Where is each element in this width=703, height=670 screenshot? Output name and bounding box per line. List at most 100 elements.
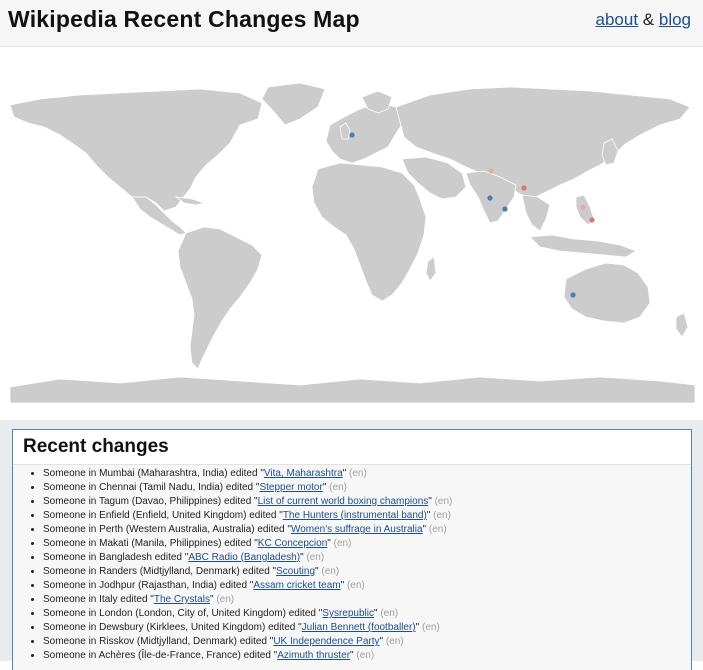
article-link[interactable]: KC Concepcion xyxy=(258,538,327,549)
marker-dot[interactable] xyxy=(580,204,586,210)
change-description: Someone in Jodhpur (Rajasthan, India) ed… xyxy=(43,580,254,591)
south-america-shape xyxy=(177,226,263,370)
header-links: about & blog xyxy=(596,10,692,30)
list-item: Someone in Tagum (Davao, Philippines) ed… xyxy=(43,495,691,509)
marker-dot[interactable] xyxy=(589,217,595,223)
article-link[interactable]: Women's suffrage in Australia xyxy=(291,524,423,535)
list-item: Someone in Chennai (Tamil Nadu, India) e… xyxy=(43,481,691,495)
closing-quote: " xyxy=(374,608,378,619)
language-tag: (en) xyxy=(380,608,399,619)
closing-quote: " xyxy=(415,622,420,633)
list-item: Someone in Risskov (Midtjylland, Denmark… xyxy=(43,635,691,649)
change-description: Someone in Bangladesh edited " xyxy=(43,552,189,563)
world-map[interactable] xyxy=(0,47,703,420)
list-item: Someone in Jodhpur (Rajasthan, India) ed… xyxy=(43,579,691,593)
antarctica-shape xyxy=(9,376,696,404)
list-item: Someone in Dewsbury (Kirklees, United Ki… xyxy=(43,621,691,635)
europe-shape xyxy=(325,102,407,164)
indonesia-shape xyxy=(529,234,637,258)
change-description: Someone in Italy edited " xyxy=(43,594,154,605)
change-description: Someone in Randers (Midtjylland, Denmark… xyxy=(43,566,277,577)
southeast-asia-shape xyxy=(521,194,551,232)
marker-dot[interactable] xyxy=(502,206,508,212)
change-description: Someone in Dewsbury (Kirklees, United Ki… xyxy=(43,622,302,633)
closing-quote: " xyxy=(342,468,347,479)
article-link[interactable]: Scouting xyxy=(276,566,315,577)
marker-dot[interactable] xyxy=(487,195,493,201)
article-link[interactable]: Sysrepublic xyxy=(322,608,374,619)
list-item: Someone in Italy edited "The Crystals" (… xyxy=(43,593,691,607)
closing-quote: " xyxy=(209,594,214,605)
article-link[interactable]: Azimuth thruster xyxy=(277,650,350,661)
language-tag: (en) xyxy=(329,482,347,493)
article-link[interactable]: ABC Radio (Bangladesh) xyxy=(188,552,300,563)
article-link[interactable]: List of current world boxing champions xyxy=(258,496,429,507)
language-tag: (en) xyxy=(428,524,447,535)
closing-quote: " xyxy=(340,580,345,591)
language-tag: (en) xyxy=(356,650,375,661)
article-link[interactable]: The Crystals xyxy=(154,594,210,605)
change-description: Someone in Tagum (Davao, Philippines) ed… xyxy=(43,496,258,507)
closing-quote: " xyxy=(327,538,331,549)
list-item: Someone in Makati (Manila, Philippines) … xyxy=(43,537,691,551)
marker-dot[interactable] xyxy=(521,185,527,191)
marker-dot[interactable] xyxy=(570,292,576,298)
article-link[interactable]: UK Independence Party xyxy=(273,636,379,647)
closing-quote: " xyxy=(426,510,431,521)
change-description: Someone in Makati (Manila, Philippines) … xyxy=(43,538,258,549)
recent-changes-panel: Recent changes Someone in Mumbai (Mahara… xyxy=(12,429,692,670)
recent-changes-heading: Recent changes xyxy=(23,436,169,457)
language-tag: (en) xyxy=(433,510,451,521)
language-tag: (en) xyxy=(421,622,440,633)
language-tag: (en) xyxy=(434,496,453,507)
page-title: Wikipedia Recent Changes Map xyxy=(8,6,360,32)
closing-quote: " xyxy=(422,524,427,535)
change-description: Someone in Perth (Western Australia, Aus… xyxy=(43,524,291,535)
language-tag: (en) xyxy=(306,552,325,563)
closing-quote: " xyxy=(379,636,384,647)
change-description: Someone in London (London, City of, Unit… xyxy=(43,608,323,619)
article-link[interactable]: Julian Bennett (footballer) xyxy=(302,622,416,633)
land-masses xyxy=(9,82,696,404)
language-tag: (en) xyxy=(348,468,367,479)
africa-shape xyxy=(311,162,427,302)
ampersand: & xyxy=(642,10,655,29)
marker-dot[interactable] xyxy=(349,132,355,138)
list-item: Someone in Enfield (Enfield, United King… xyxy=(43,509,691,523)
list-item: Someone in Randers (Midtjylland, Denmark… xyxy=(43,565,691,579)
marker-dot[interactable] xyxy=(488,168,494,174)
new-zealand-shape xyxy=(675,312,689,338)
language-tag: (en) xyxy=(333,538,352,549)
north-america-shape xyxy=(9,88,263,212)
list-item: Someone in Bangladesh edited "ABC Radio … xyxy=(43,551,691,565)
blog-link[interactable]: blog xyxy=(659,10,691,29)
article-link[interactable]: Stepper motor xyxy=(259,482,322,493)
change-description: Someone in Risskov (Midtjylland, Denmark… xyxy=(43,636,274,647)
article-link[interactable]: The Hunters (instrumental band) xyxy=(283,510,427,521)
change-description: Someone in Chennai (Tamil Nadu, India) e… xyxy=(43,482,260,493)
greenland-shape xyxy=(261,82,326,126)
header-bar: Wikipedia Recent Changes Map about & blo… xyxy=(0,0,703,47)
about-link[interactable]: about xyxy=(596,10,639,29)
closing-quote: " xyxy=(428,496,432,507)
article-link[interactable]: Assam cricket team xyxy=(253,580,340,591)
language-tag: (en) xyxy=(346,580,365,591)
list-item: Someone in Perth (Western Australia, Aus… xyxy=(43,523,691,537)
australia-shape xyxy=(563,262,651,324)
list-item: Someone in London (London, City of, Unit… xyxy=(43,607,691,621)
change-description: Someone in Enfield (Enfield, United King… xyxy=(43,510,283,521)
recent-changes-scroll[interactable]: Someone in Mumbai (Maharashtra, India) e… xyxy=(13,464,691,670)
list-item: Someone in Mumbai (Maharashtra, India) e… xyxy=(43,467,691,481)
change-description: Someone in Mumbai (Maharashtra, India) e… xyxy=(43,468,264,479)
language-tag: (en) xyxy=(321,566,340,577)
closing-quote: " xyxy=(350,650,354,661)
closing-quote: " xyxy=(300,552,304,563)
article-link[interactable]: Vita, Maharashtra xyxy=(264,468,343,479)
world-map-svg xyxy=(9,82,696,404)
closing-quote: " xyxy=(322,482,327,493)
language-tag: (en) xyxy=(216,594,235,605)
closing-quote: " xyxy=(315,566,319,577)
language-tag: (en) xyxy=(385,636,404,647)
change-description: Someone in Achères (Île-de-France, Franc… xyxy=(43,650,278,661)
madagascar-shape xyxy=(425,256,437,282)
